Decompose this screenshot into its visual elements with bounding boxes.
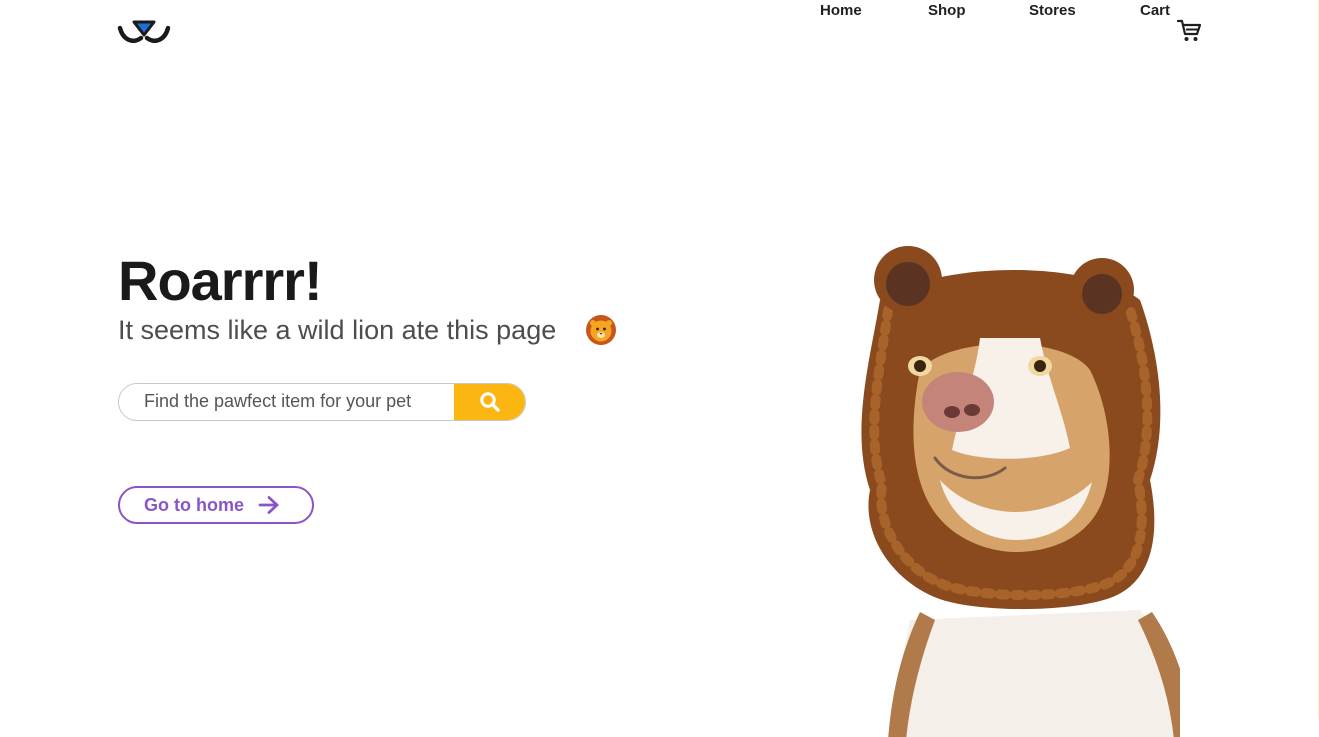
paw-smile-logo-icon[interactable]	[117, 18, 171, 48]
nav-home-link[interactable]: Home	[820, 2, 862, 19]
page: Home Shop Stores Cart Roarrrr! It seems …	[0, 0, 1319, 737]
search-bar	[118, 383, 526, 421]
dog-in-lion-hat-illustration	[861, 246, 1180, 737]
go-to-home-button[interactable]: Go to home	[118, 486, 314, 524]
arrow-right-icon	[258, 496, 279, 514]
search-button[interactable]	[454, 384, 525, 420]
nav-cart-link[interactable]: Cart	[1140, 2, 1170, 19]
search-icon	[480, 391, 500, 412]
search-input[interactable]	[119, 384, 455, 419]
shopping-cart-icon[interactable]	[1176, 18, 1202, 44]
nav-stores-link[interactable]: Stores	[1029, 2, 1076, 19]
page-title: Roarrrr!	[118, 249, 323, 312]
go-to-home-label: Go to home	[144, 494, 244, 515]
nav-shop-link[interactable]: Shop	[928, 2, 966, 19]
subtitle: It seems like a wild lion ate this page	[118, 315, 557, 345]
lion-face-emoji-icon	[586, 315, 616, 345]
